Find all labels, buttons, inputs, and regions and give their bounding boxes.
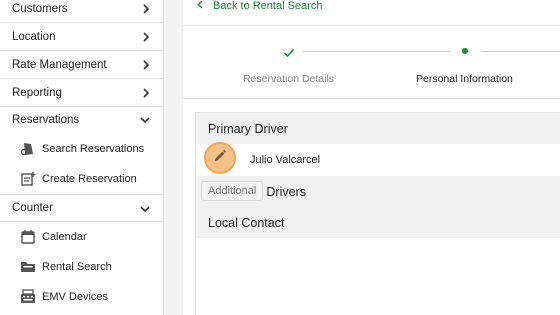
sidebar-section-label: Rate Management <box>12 58 107 71</box>
sidebar-item-label: Create Reservation <box>42 173 137 185</box>
sidebar-item-label: Rental Search <box>42 261 112 273</box>
sidebar-item-label: EMV Devices <box>42 291 109 303</box>
sidebar-item-create-reservation[interactable]: Create Reservation <box>0 164 164 194</box>
sidebar-section-rate-management[interactable]: Rate Management <box>0 51 164 79</box>
sidebar-section-label: Reporting <box>12 86 62 99</box>
back-link-label: Back to Rental Search <box>213 0 323 12</box>
local-contact-title: Local Contact <box>208 215 285 230</box>
page-gutter <box>165 0 183 315</box>
main-panel: Back to Rental Search Reservation Detail… <box>183 0 560 315</box>
step-connector <box>303 51 450 52</box>
chevron-down-icon <box>140 195 150 223</box>
step-label-personal-information[interactable]: Personal Information <box>416 73 513 85</box>
step-label-reservation-details[interactable]: Reservation Details <box>243 73 334 85</box>
search-reservation-icon <box>20 141 36 157</box>
sidebar-item-label: Search Reservations <box>42 143 145 155</box>
create-reservation-icon <box>20 171 36 187</box>
sidebar-section-location[interactable]: Location <box>0 23 164 51</box>
chevron-down-icon <box>140 106 150 134</box>
chevron-right-icon <box>142 0 150 23</box>
sidebar-section-customers[interactable]: Customers <box>0 0 164 23</box>
folder-icon <box>20 259 36 275</box>
sidebar-item-calendar[interactable]: Calendar <box>0 222 164 252</box>
back-to-rental-search-link[interactable]: Back to Rental Search <box>197 0 322 12</box>
sidebar-section-label: Customers <box>12 2 68 15</box>
step-complete-check-icon <box>283 45 295 63</box>
pencil-icon <box>213 149 227 168</box>
driver-name: Julio Valcarcel <box>250 154 321 166</box>
primary-driver-title: Primary Driver <box>208 121 288 136</box>
sidebar-item-label: Calendar <box>42 231 87 243</box>
card-terminal-icon <box>20 289 36 305</box>
primary-driver-row: Julio Valcarcel <box>196 144 560 176</box>
sidebar: Customers Location Rate Management Repor… <box>0 0 164 315</box>
edit-driver-button[interactable] <box>204 142 236 174</box>
sidebar-section-label: Reservations <box>12 114 80 126</box>
sidebar-section-reporting[interactable]: Reporting <box>0 79 164 107</box>
driver-panel: Primary Driver Julio Valcarcel Additiona… <box>195 112 560 315</box>
step-connector <box>481 51 560 52</box>
sidebar-item-emv-devices[interactable]: EMV Devices <box>0 282 164 312</box>
sidebar-section-label: Location <box>12 30 56 43</box>
primary-driver-header: Primary Driver <box>196 113 560 144</box>
sidebar-item-search-reservations[interactable]: Search Reservations <box>0 134 164 164</box>
sidebar-item-rental-search[interactable]: Rental Search <box>0 252 164 282</box>
header-divider <box>183 25 560 26</box>
chevron-right-icon <box>142 23 150 51</box>
sidebar-section-counter[interactable]: Counter <box>0 194 164 222</box>
chevron-right-icon <box>142 79 150 107</box>
step-current-dot-icon <box>462 48 468 54</box>
stepper-divider <box>183 98 560 99</box>
edit-tooltip: Additional <box>201 181 264 201</box>
calendar-icon <box>20 229 36 245</box>
sidebar-section-reservations[interactable]: Reservations <box>0 106 164 134</box>
chevron-left-icon <box>197 0 203 12</box>
sidebar-section-label: Counter <box>12 202 53 214</box>
local-contact-header[interactable]: Local Contact <box>196 207 560 238</box>
chevron-right-icon <box>142 51 150 79</box>
